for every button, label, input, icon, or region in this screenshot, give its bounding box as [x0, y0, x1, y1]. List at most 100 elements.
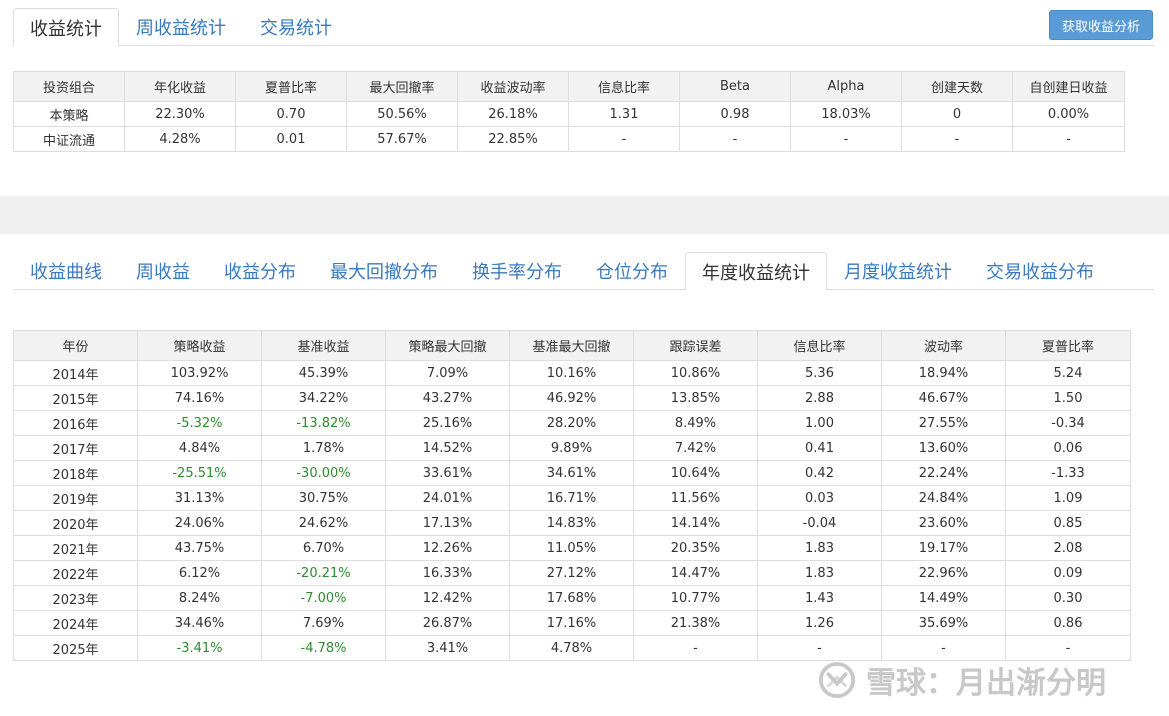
table-cell: 1.09	[1005, 485, 1131, 511]
table-cell: 0	[901, 101, 1013, 127]
table-cell: -0.34	[1005, 410, 1131, 436]
table-cell: 1.31	[568, 101, 680, 127]
table-cell: 17.68%	[509, 585, 634, 611]
column-header: 收益波动率	[457, 71, 569, 102]
table-cell: 1.83	[757, 560, 882, 586]
year-row: 2016年 -5.32% -13.82% 25.16% 28.20% 8.49% 1.00 2…	[13, 410, 1131, 436]
stats-row: 中证流通 4.28% 0.01 57.67% 22.85% - - - - -	[13, 126, 1125, 152]
table-cell: 0.01	[235, 126, 347, 152]
column-header: 策略最大回撤	[385, 330, 510, 361]
table-cell: 2017年	[13, 435, 138, 461]
table-cell: 0.70	[235, 101, 347, 127]
column-header: 创建天数	[901, 71, 1013, 102]
table-cell: 31.13%	[137, 485, 262, 511]
column-header: 自创建日收益	[1012, 71, 1125, 102]
table-cell: -3.41%	[137, 635, 262, 661]
table-cell: 30.75%	[261, 485, 386, 511]
year-row: 2019年 31.13% 30.75% 24.01% 16.71% 11.56% 0.03 2…	[13, 485, 1131, 511]
table-cell: 0.00%	[1012, 101, 1125, 127]
column-header: 信息比率	[757, 330, 882, 361]
analysis-tab-7[interactable]: 月度收益统计	[827, 252, 969, 289]
table-cell: 中证流通	[13, 126, 125, 152]
table-cell: 10.64%	[633, 460, 758, 486]
year-row: 2021年 43.75% 6.70% 12.26% 11.05% 20.35% 1.83 19…	[13, 535, 1131, 561]
table-cell: 1.83	[757, 535, 882, 561]
table-cell: 16.71%	[509, 485, 634, 511]
table-cell: -20.21%	[261, 560, 386, 586]
year-row: 2014年 103.92% 45.39% 7.09% 10.16% 10.86% 5.36 1…	[13, 360, 1131, 386]
analysis-tab-4[interactable]: 换手率分布	[455, 252, 579, 289]
year-row: 2025年 -3.41% -4.78% 3.41% 4.78% - - - -	[13, 635, 1131, 661]
table-cell: 6.12%	[137, 560, 262, 586]
column-header: 信息比率	[568, 71, 680, 102]
table-cell: 1.00	[757, 410, 882, 436]
table-cell: 46.92%	[509, 385, 634, 411]
top-tab-1[interactable]: 周收益统计	[119, 8, 243, 45]
table-cell: 13.60%	[881, 435, 1006, 461]
table-cell: 0.03	[757, 485, 882, 511]
analysis-tab-3[interactable]: 最大回撤分布	[313, 252, 455, 289]
table-cell: 21.38%	[633, 610, 758, 636]
table-cell: 2015年	[13, 385, 138, 411]
table-cell: 12.26%	[385, 535, 510, 561]
table-cell: 26.87%	[385, 610, 510, 636]
column-header: 最大回撤率	[346, 71, 458, 102]
yearly-header-row: 年份 策略收益 基准收益 策略最大回撤 基准最大回撤 跟踪误差 信息比率 波动率 夏普比率	[13, 330, 1131, 361]
analysis-tab-2[interactable]: 收益分布	[207, 252, 313, 289]
table-cell: 0.30	[1005, 585, 1131, 611]
year-row: 2017年 4.84% 1.78% 14.52% 9.89% 7.42% 0.41 13.60…	[13, 435, 1131, 461]
table-cell: 2023年	[13, 585, 138, 611]
column-header: 策略收益	[137, 330, 262, 361]
table-cell: 2019年	[13, 485, 138, 511]
table-cell: -0.04	[757, 510, 882, 536]
year-row: 2023年 8.24% -7.00% 12.42% 17.68% 10.77% 1.43 14…	[13, 585, 1131, 611]
analysis-tab-0[interactable]: 收益曲线	[13, 252, 119, 289]
table-cell: 24.84%	[881, 485, 1006, 511]
column-header: 年份	[13, 330, 138, 361]
table-cell: 10.77%	[633, 585, 758, 611]
table-cell: 9.89%	[509, 435, 634, 461]
column-header: 基准收益	[261, 330, 386, 361]
table-cell: 0.06	[1005, 435, 1131, 461]
column-header: 基准最大回撤	[509, 330, 634, 361]
table-cell: 22.30%	[124, 101, 236, 127]
stats-table: 投资组合 年化收益 夏普比率 最大回撤率 收益波动率 信息比率 Beta Alpha 创建天数自…	[13, 71, 1125, 152]
table-cell: 0.98	[679, 101, 791, 127]
table-cell: 4.28%	[124, 126, 236, 152]
analysis-tab-6[interactable]: 年度收益统计	[685, 252, 827, 290]
table-cell: 18.94%	[881, 360, 1006, 386]
table-cell: 33.61%	[385, 460, 510, 486]
table-cell: 4.84%	[137, 435, 262, 461]
column-header: 波动率	[881, 330, 1006, 361]
table-cell: 本策略	[13, 101, 125, 127]
year-row: 2024年 34.46% 7.69% 26.87% 17.16% 21.38% 1.26 35…	[13, 610, 1131, 636]
table-cell: 0.85	[1005, 510, 1131, 536]
table-cell: 3.41%	[385, 635, 510, 661]
table-cell: 45.39%	[261, 360, 386, 386]
table-cell: 7.09%	[385, 360, 510, 386]
table-cell: -	[568, 126, 680, 152]
table-cell: -7.00%	[261, 585, 386, 611]
table-cell: -	[679, 126, 791, 152]
table-cell: 35.69%	[881, 610, 1006, 636]
table-cell: 12.42%	[385, 585, 510, 611]
analysis-tab-1[interactable]: 周收益	[119, 252, 207, 289]
analysis-tab-8[interactable]: 交易收益分布	[969, 252, 1111, 289]
table-cell: 14.47%	[633, 560, 758, 586]
table-cell: -	[757, 635, 882, 661]
table-cell: 2021年	[13, 535, 138, 561]
column-header: Alpha	[790, 71, 902, 102]
table-cell: 18.03%	[790, 101, 902, 127]
table-cell: -25.51%	[137, 460, 262, 486]
year-row: 2020年 24.06% 24.62% 17.13% 14.83% 14.14% -0.04…	[13, 510, 1131, 536]
top-tab-0[interactable]: 收益统计	[13, 8, 119, 46]
top-tab-2[interactable]: 交易统计	[243, 8, 349, 45]
get-analysis-button[interactable]: 获取收益分析	[1049, 10, 1153, 40]
table-cell: 14.83%	[509, 510, 634, 536]
table-cell: 24.62%	[261, 510, 386, 536]
analysis-tab-5[interactable]: 仓位分布	[579, 252, 685, 289]
table-cell: 34.61%	[509, 460, 634, 486]
table-cell: -	[633, 635, 758, 661]
watermark: 雪球：月出渐分明	[818, 660, 1106, 701]
table-cell: -1.33	[1005, 460, 1131, 486]
